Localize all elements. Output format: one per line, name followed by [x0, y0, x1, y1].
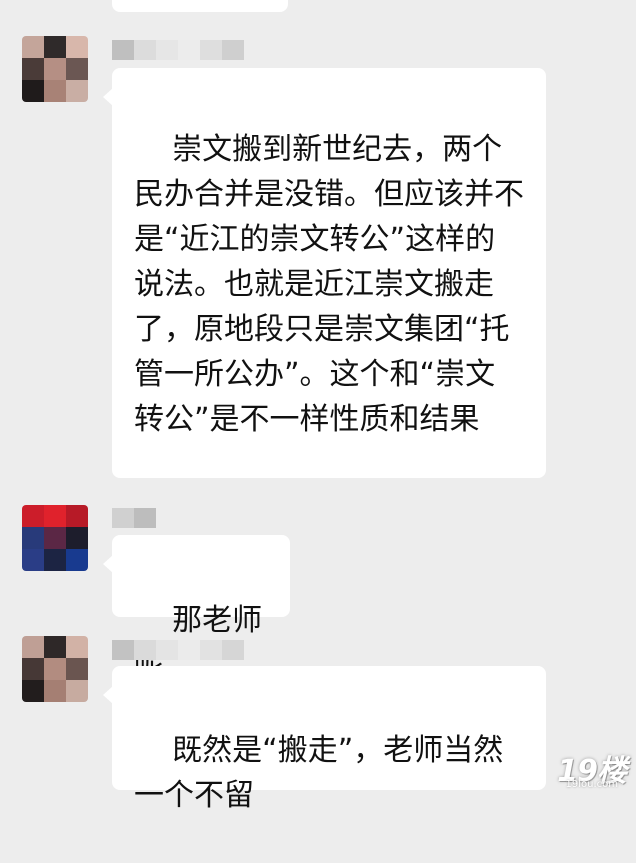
message-bubble[interactable]: 那老师呢 [103, 535, 290, 683]
message-bubble[interactable]: 崇文搬到新世纪去，两个民办合并是没错。但应该并不是“近江的崇文转公”这样的说法。… [103, 68, 546, 478]
site-watermark-logo: 19楼 19lou.com [516, 746, 627, 790]
message-text: 崇文搬到新世纪去，两个民办合并是没错。但应该并不是“近江的崇文转公”这样的说法。… [134, 132, 524, 437]
sender-name-obscured [112, 640, 244, 660]
avatar-pixelated[interactable] [22, 636, 88, 702]
avatar-pixelated[interactable] [22, 36, 88, 102]
sender-name-obscured [112, 40, 244, 60]
previous-message-bubble-edge [112, 0, 288, 12]
message-bubble[interactable]: 既然是“搬走”，老师当然一个不留 [103, 666, 546, 813]
sender-name-obscured [112, 508, 156, 528]
message-text: 既然是“搬走”，老师当然一个不留 [134, 733, 504, 813]
avatar-pixelated[interactable] [22, 505, 88, 571]
watermark-sub-text: 19lou.com [565, 779, 619, 790]
